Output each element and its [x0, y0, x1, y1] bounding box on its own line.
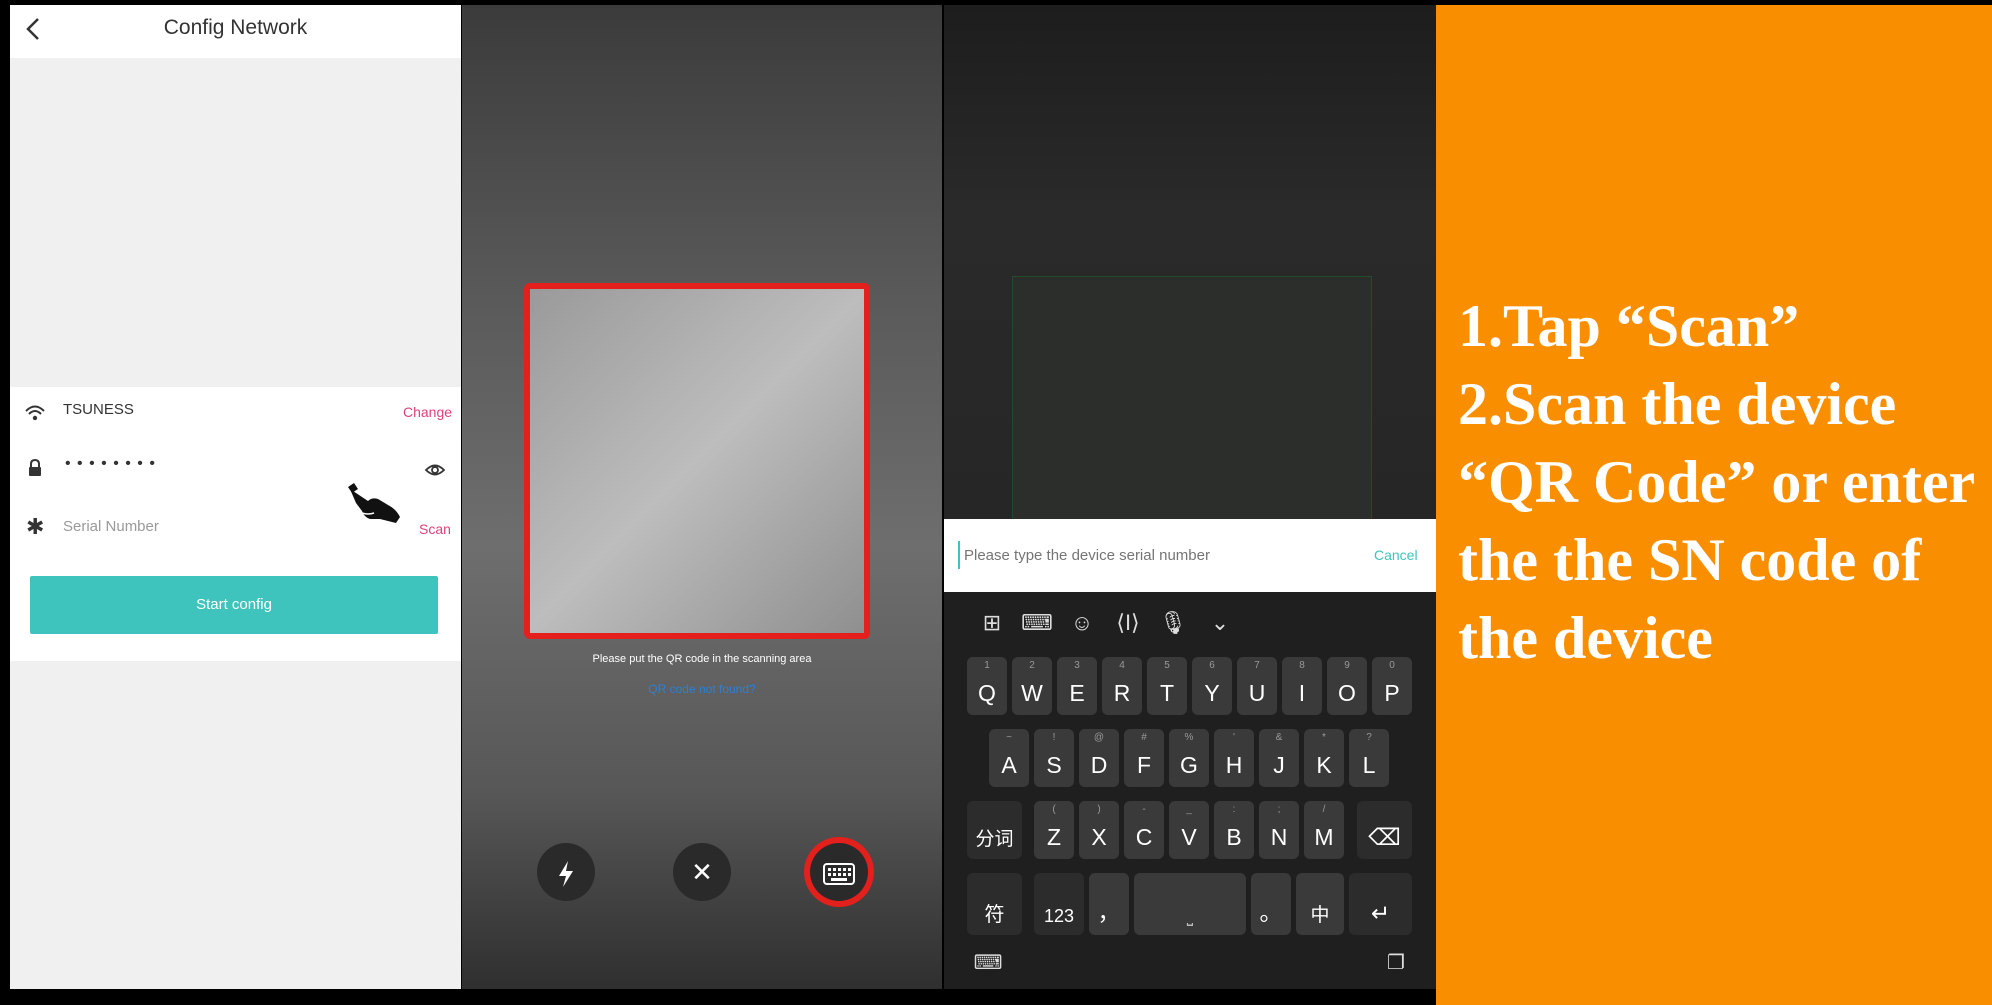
key-g[interactable]: % G [1169, 729, 1209, 787]
qr-scan-screen: Please put the QR code in the scanning a… [462, 5, 942, 989]
key-i[interactable]: 8I [1282, 657, 1322, 715]
config-network-screen: Config Network TSUNESS Change • • • • • … [10, 5, 461, 989]
pointing-hand-icon [348, 483, 404, 527]
wifi-icon [24, 403, 46, 423]
key-e[interactable]: 3E [1057, 657, 1097, 715]
key-h[interactable]: ' H [1214, 729, 1254, 787]
key-d[interactable]: @ D [1079, 729, 1119, 787]
serial-number-input[interactable] [958, 541, 1306, 569]
cursor-move-icon[interactable]: ⟨I⟩ [1108, 610, 1148, 636]
qr-not-found-link[interactable]: QR code not found? [462, 682, 942, 696]
key-m[interactable]: / M [1304, 801, 1344, 859]
key-r[interactable]: 4R [1102, 657, 1142, 715]
asterisk-icon: ✱ [26, 514, 45, 539]
key-v[interactable]: _ V [1169, 801, 1209, 859]
key-n[interactable]: ; N [1259, 801, 1299, 859]
keyboard-icon [823, 857, 855, 887]
key-comma[interactable]: ， [1089, 873, 1129, 935]
key-numbers[interactable]: 123 [1034, 873, 1084, 935]
instruction-step-2: 2.Scan the device “QR Code” or enter the… [1458, 371, 1975, 671]
flashlight-button[interactable] [537, 843, 595, 901]
header-bar: Config Network [10, 5, 461, 58]
instruction-text: 1.Tap “Scan” 2.Scan the device “QR Code”… [1458, 287, 1978, 677]
lock-icon [26, 458, 44, 478]
scan-link[interactable]: Scan [419, 521, 451, 537]
key-period[interactable]: 。 [1251, 873, 1291, 935]
key-t[interactable]: 5T [1147, 657, 1187, 715]
key-y[interactable]: 6Y [1192, 657, 1232, 715]
key-x[interactable]: ) X [1079, 801, 1119, 859]
key-k[interactable]: * K [1304, 729, 1344, 787]
key-o[interactable]: 9O [1327, 657, 1367, 715]
key-w[interactable]: 2W [1012, 657, 1052, 715]
enter-icon: ↵ [1370, 900, 1391, 926]
key-l[interactable]: ? L [1349, 729, 1389, 787]
key-f[interactable]: # F [1124, 729, 1164, 787]
key-segment[interactable]: 分词 [967, 801, 1022, 859]
space-key[interactable]: ⎵ [1134, 873, 1246, 935]
page-title: Config Network [163, 16, 308, 39]
keyboard-layout-icon[interactable]: ⌨ [1017, 610, 1057, 636]
backspace-key[interactable]: ⌫ [1357, 801, 1412, 859]
serial-entry-screen: Cancel ⊞ ⌨ ☺ ⟨I⟩ 🎙 ⌄ 1Q 2W 3E 4R 5T 6Y 7… [944, 5, 1436, 989]
key-c[interactable]: -C [1124, 801, 1164, 859]
serial-number-input[interactable]: Serial Number [63, 518, 159, 535]
scan-frame [524, 283, 870, 639]
key-u[interactable]: 7U [1237, 657, 1277, 715]
flashlight-icon [555, 857, 577, 888]
instruction-step-1: 1.Tap “Scan” [1458, 293, 1800, 359]
backspace-icon: ⌫ [1368, 824, 1401, 850]
key-symbols[interactable]: 符 [967, 873, 1022, 935]
manual-input-button[interactable] [810, 843, 868, 901]
space-mic-icon: ⎵ [1186, 909, 1194, 926]
scan-hint: Please put the QR code in the scanning a… [592, 653, 812, 665]
cancel-button[interactable]: Cancel [1374, 547, 1418, 563]
instructions-panel: 1.Tap “Scan” 2.Scan the device “QR Code”… [1436, 5, 1992, 1005]
microphone-icon[interactable]: 🎙 [1153, 610, 1193, 636]
clipboard-icon[interactable]: ❐ [1376, 950, 1416, 975]
key-j[interactable]: & J [1259, 729, 1299, 787]
serial-input-bar: Cancel [944, 519, 1436, 592]
start-config-button[interactable]: Start config [30, 576, 438, 634]
key-z[interactable]: (Z [1034, 801, 1074, 859]
key-q[interactable]: 1Q [967, 657, 1007, 715]
key-b[interactable]: :B [1214, 801, 1254, 859]
soft-keyboard: ⊞ ⌨ ☺ ⟨I⟩ 🎙 ⌄ 1Q 2W 3E 4R 5T 6Y 7U 8I 9O… [944, 592, 1436, 989]
scan-frame [1012, 276, 1372, 521]
key-language[interactable]: 中 [1296, 873, 1344, 935]
password-field[interactable]: • • • • • • • • [65, 455, 156, 473]
emoji-icon[interactable]: ☺ [1062, 610, 1102, 636]
key-s[interactable]: ! S [1034, 729, 1074, 787]
collapse-keyboard-icon[interactable]: ⌄ [1200, 610, 1240, 636]
keyboard-switch-icon[interactable]: ⌨ [968, 950, 1008, 975]
change-wifi-link[interactable]: Change [403, 404, 452, 420]
apps-grid-icon[interactable]: ⊞ [972, 610, 1012, 636]
key-p[interactable]: 0P [1372, 657, 1412, 715]
wifi-name: TSUNESS [63, 401, 134, 418]
enter-key[interactable]: ↵ [1349, 873, 1412, 935]
close-scan-button[interactable]: ✕ [673, 843, 731, 901]
close-icon: ✕ [691, 857, 713, 887]
eye-icon[interactable] [424, 462, 446, 478]
key-a[interactable]: ~ A [989, 729, 1029, 787]
